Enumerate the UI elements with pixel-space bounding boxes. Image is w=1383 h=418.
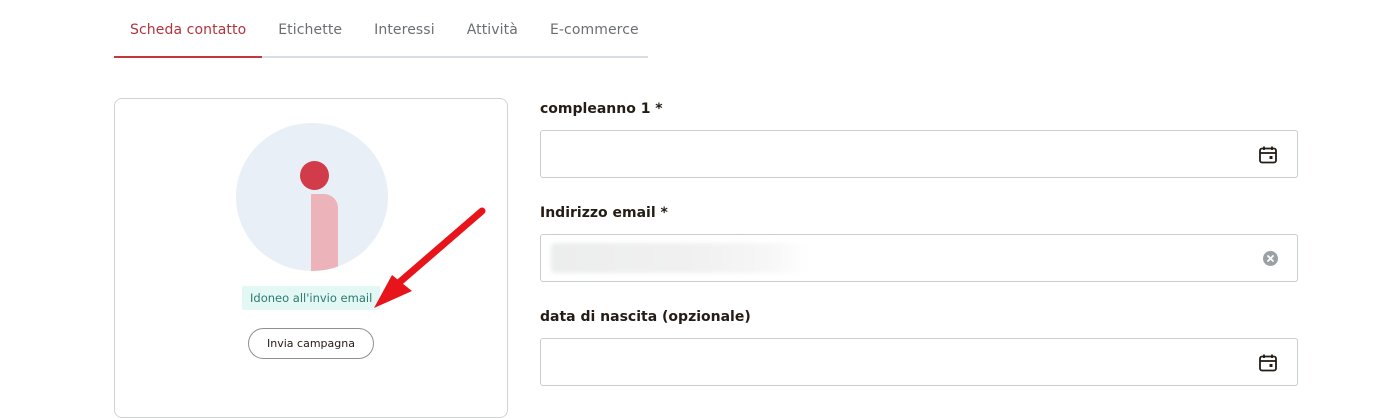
annotation-arrow-icon — [374, 207, 486, 308]
calendar-icon[interactable] — [1257, 353, 1279, 373]
tab-interessi[interactable]: Interessi — [358, 0, 451, 56]
email-input[interactable] — [541, 235, 1297, 281]
birthdate-field[interactable] — [540, 338, 1298, 386]
email-field[interactable] — [540, 234, 1298, 282]
birthdate-label: data di nascita (opzionale) — [540, 309, 751, 325]
send-campaign-button[interactable]: Invia campagna — [248, 328, 374, 359]
birthday1-field[interactable] — [540, 130, 1298, 178]
email-label: Indirizzo email * — [540, 205, 668, 221]
clear-icon[interactable] — [1263, 251, 1278, 266]
calendar-icon[interactable] — [1257, 145, 1279, 165]
tab-e-commerce[interactable]: E-commerce — [534, 0, 655, 56]
tab-bar: Scheda contatto Etichette Interessi Atti… — [114, 0, 648, 58]
birthday1-label: compleanno 1 * — [540, 101, 663, 117]
tab-scheda-contatto[interactable]: Scheda contatto — [114, 0, 263, 58]
tab-attivita[interactable]: Attività — [451, 0, 534, 56]
avatar-logo-dot — [300, 161, 329, 190]
avatar-logo-stem — [311, 194, 338, 271]
birthdate-input[interactable] — [541, 339, 1297, 385]
birthday1-input[interactable] — [541, 131, 1297, 177]
tab-etichette[interactable]: Etichette — [262, 0, 358, 56]
